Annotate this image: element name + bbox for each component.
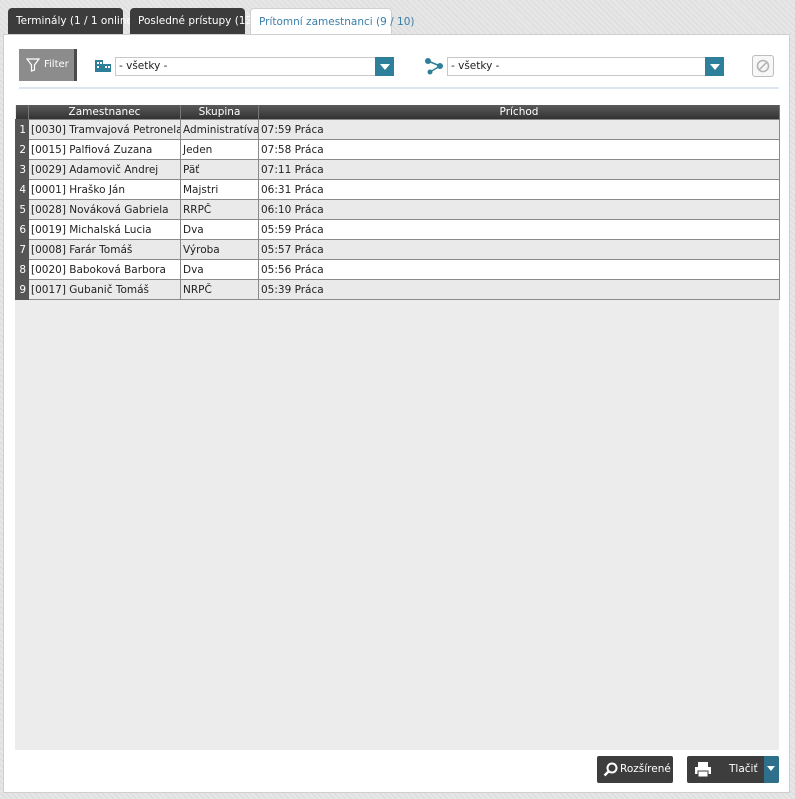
arrival-cell: 06:31 Práca: [258, 179, 780, 200]
employees-table: Zamestnanec Skupina Príchod 1 [0030] Tram…: [15, 105, 780, 300]
table-row[interactable]: 7 [0008] Farár Tomáš Výroba 05:57 Práca: [15, 239, 780, 260]
employee-cell: [0019] Michalská Lucia: [28, 219, 181, 240]
tab-recent-access[interactable]: Posledné prístupy (12): [130, 8, 256, 34]
arrival-cell: 05:59 Práca: [258, 219, 780, 240]
group-cell: Majstri: [180, 179, 259, 200]
row-number: 1: [15, 119, 29, 140]
group-cell: Jeden: [180, 139, 259, 160]
table-row[interactable]: 1 [0030] Tramvajová Petronela Administratí…: [15, 119, 780, 140]
employee-cell: [0017] Gubanič Tomáš: [28, 279, 181, 300]
filter-label: Filter: [44, 59, 69, 70]
column-header-arrival[interactable]: Príchod: [258, 105, 780, 120]
group-cell: Administratíva: [180, 119, 259, 140]
group-cell: Výroba: [180, 239, 259, 260]
employees-grid: Zamestnanec Skupina Príchod 1 [0030] Tram…: [15, 105, 780, 750]
filter-button[interactable]: Filter: [19, 49, 77, 81]
department-select[interactable]: - všetky -: [115, 57, 394, 76]
arrival-cell: 05:57 Práca: [258, 239, 780, 260]
print-button[interactable]: Tlačiť: [687, 756, 779, 783]
tab-present-employees[interactable]: Prítomní zamestnanci (9 / 10): [250, 8, 415, 36]
column-header-employee[interactable]: Zamestnanec: [28, 105, 181, 120]
group-cell: Dva: [180, 219, 259, 240]
print-menu-chevron-icon[interactable]: [764, 756, 779, 783]
building-icon: [95, 60, 111, 72]
department-select-value: - všetky -: [119, 60, 168, 72]
table-row[interactable]: 9 [0017] Gubanič Tomáš NRPČ 05:39 Práca: [15, 279, 780, 300]
printer-icon: [695, 762, 711, 778]
arrival-cell: 07:58 Práca: [258, 139, 780, 160]
group-cell: NRPČ: [180, 279, 259, 300]
chevron-down-icon[interactable]: [705, 57, 724, 76]
table-row[interactable]: 6 [0019] Michalská Lucia Dva 05:59 Práca: [15, 219, 780, 240]
row-number: 7: [15, 239, 29, 260]
group-select-value: - všetky -: [451, 60, 500, 72]
group-cell: Dva: [180, 259, 259, 280]
table-row[interactable]: 2 [0015] Palfiová Zuzana Jeden 07:58 Práca: [15, 139, 780, 160]
employee-cell: [0020] Baboková Barbora: [28, 259, 181, 280]
employee-cell: [0030] Tramvajová Petronela: [28, 119, 181, 140]
table-row[interactable]: 4 [0001] Hraško Ján Majstri 06:31 Práca: [15, 179, 780, 200]
arrival-cell: 05:56 Práca: [258, 259, 780, 280]
group-cell: Päť: [180, 159, 259, 180]
funnel-icon: [26, 58, 40, 72]
hierarchy-icon: [425, 58, 443, 75]
arrival-cell: 05:39 Práca: [258, 279, 780, 300]
block-icon: [756, 59, 770, 73]
row-number: 2: [15, 139, 29, 160]
employee-cell: [0008] Farár Tomáš: [28, 239, 181, 260]
table-row[interactable]: 5 [0028] Nováková Gabriela RRPČ 06:10 Práca: [15, 199, 780, 220]
table-row[interactable]: 3 [0029] Adamovič Andrej Päť 07:11 Práca: [15, 159, 780, 180]
group-select[interactable]: - všetky -: [447, 57, 724, 76]
arrival-cell: 07:11 Práca: [258, 159, 780, 180]
employee-cell: [0028] Nováková Gabriela: [28, 199, 181, 220]
row-number: 5: [15, 199, 29, 220]
row-number: 4: [15, 179, 29, 200]
advanced-label: Rozšírené: [620, 763, 671, 775]
row-number: 9: [15, 279, 29, 300]
toolbar-divider: [19, 87, 779, 89]
tab-terminals[interactable]: Terminály (1 / 1 online): [8, 8, 137, 34]
arrival-cell: 07:59 Práca: [258, 119, 780, 140]
employee-cell: [0015] Palfiová Zuzana: [28, 139, 181, 160]
main-panel: Filter - všetky - - všetky - Zamestnanec…: [3, 34, 790, 793]
arrival-cell: 06:10 Práca: [258, 199, 780, 220]
group-cell: RRPČ: [180, 199, 259, 220]
clear-filter-button[interactable]: [752, 55, 774, 77]
column-header-group[interactable]: Skupina: [180, 105, 259, 120]
employee-cell: [0029] Adamovič Andrej: [28, 159, 181, 180]
table-row[interactable]: 8 [0020] Baboková Barbora Dva 05:56 Práca: [15, 259, 780, 280]
print-label: Tlačiť: [729, 763, 758, 775]
row-number: 6: [15, 219, 29, 240]
employee-cell: [0001] Hraško Ján: [28, 179, 181, 200]
row-number: 3: [15, 159, 29, 180]
chevron-down-icon[interactable]: [375, 57, 394, 76]
magnifier-icon: [603, 762, 618, 777]
row-number: 8: [15, 259, 29, 280]
row-number-header: [15, 105, 29, 120]
advanced-button[interactable]: Rozšírené: [597, 756, 673, 783]
